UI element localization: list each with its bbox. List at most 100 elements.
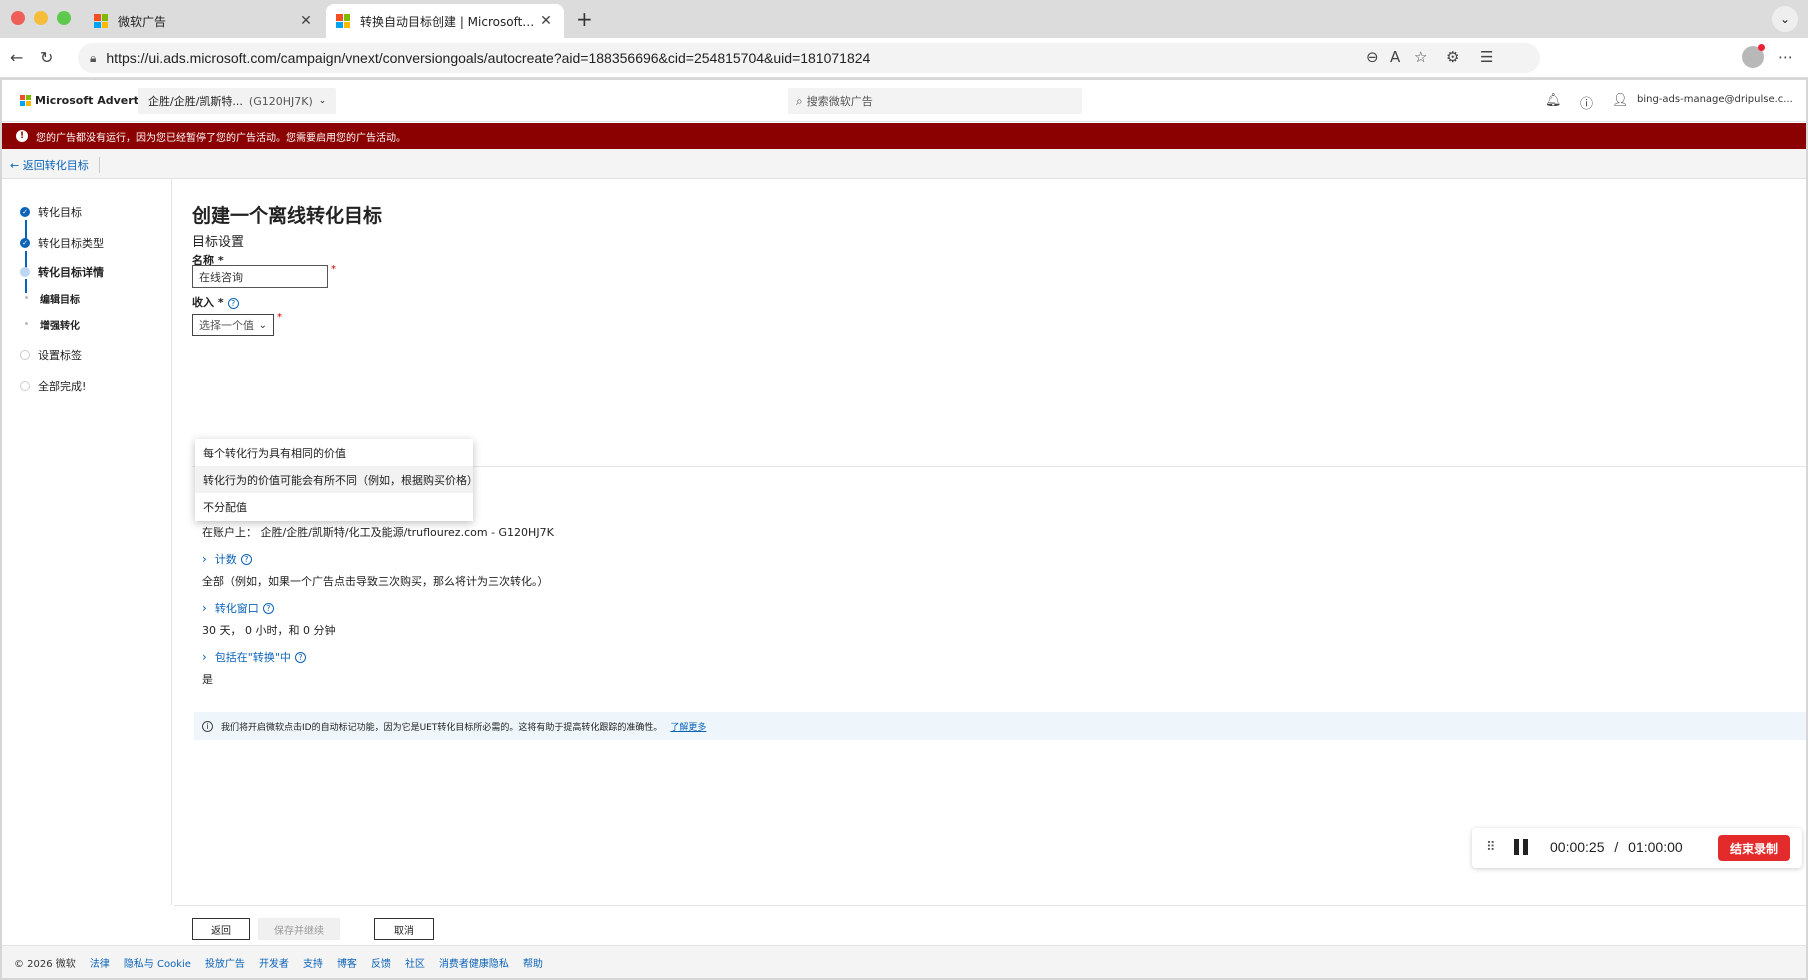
chevron-right-icon: › [202,601,207,615]
footer-link-support[interactable]: 支持 [303,955,323,970]
info-icon: i [202,720,213,732]
footer-link-developers[interactable]: 开发者 [259,955,289,970]
sub-step-enhanced-conversion[interactable]: 增强转化 [40,317,80,332]
footer-link-health-privacy[interactable]: 消费者健康隐私 [439,955,509,970]
extensions-icon[interactable]: ⚙ [1446,48,1459,66]
user-icon[interactable]: 👤︎ [1612,93,1629,108]
help-icon[interactable]: ? [227,297,239,309]
action-bar: 返回 保存并继续 取消 [174,905,1806,945]
footer-link-blog[interactable]: 博客 [337,955,357,970]
microsoft-logo-icon [336,14,350,28]
back-to-goals-link[interactable]: ← 返回转化目标 [10,157,100,173]
user-email[interactable]: bing-ads-manage@dripulse.c... [1637,94,1793,105]
footer-link-help[interactable]: 帮助 [523,955,543,970]
setting-window-toggle[interactable]: › 转化窗口 ? [202,600,335,616]
back-bar: ← 返回转化目标 [2,149,1806,179]
browser-tabbar: 微软广告 ✕ 转换自动目标创建 | Microsoft Advertising … [0,0,1808,38]
time-limit: 01:00:00 [1628,839,1683,855]
step-goal-details[interactable]: 转化目标详情 [20,264,104,280]
footer-link-privacy[interactable]: 隐私与 Cookie [124,955,191,970]
address-field[interactable]: 🔒︎ https://ui.ads.microsoft.com/campaign… [78,43,1540,73]
url-text: https://ui.ads.microsoft.com/campaign/vn… [106,50,871,66]
window-close-button[interactable] [11,11,25,25]
alert-banner: ! 您的广告都没有运行，因为您已经暂停了您的广告活动。您需要启用您的广告活动。 [2,123,1806,149]
app-header: Microsoft Advertising 企胜/企胜/凯斯特... (G120… [2,80,1806,122]
browser-tab-1[interactable]: 微软广告 ✕ [84,4,324,38]
favorites-icon[interactable]: ☰ [1480,48,1493,66]
step-label: 转化目标详情 [38,266,104,279]
pending-step-icon [20,381,30,391]
chevron-right-icon: › [202,552,207,566]
microsoft-logo-icon [94,14,108,28]
current-step-icon [20,267,30,277]
back-arrow-icon[interactable]: ← [10,48,23,67]
sub-step-dot [25,322,28,325]
name-input[interactable]: 在线咨询 [192,265,328,288]
search-input[interactable]: ⌕ 搜索微软广告 [788,88,1082,114]
new-tab-icon[interactable]: + [576,7,593,31]
alert-icon: ! [16,130,28,142]
stop-recording-button[interactable]: 结束录制 [1718,835,1790,861]
page-title: 创建一个离线转化目标 [192,205,383,227]
help-icon[interactable]: ? [240,553,252,565]
setting-count: › 计数 ? 全部（例如，如果一个广告点击导致三次购买，那么将计为三次转化。） [202,551,549,589]
account-selector[interactable]: 企胜/企胜/凯斯特... (G120HJ7K) ⌄ [138,88,337,114]
recording-timer: 00:00:25 / 01:00:00 [1550,839,1683,855]
browser-tab-2[interactable]: 转换自动目标创建 | Microsoft Advertising ✕ [326,4,564,38]
dropdown-option-no-value[interactable]: 不分配值 [195,493,473,520]
read-aloud-icon[interactable]: A [1390,48,1400,66]
dropdown-option-varying-value[interactable]: 转化行为的价值可能会有所不同（例如，根据购买价格） [195,466,478,493]
setting-label: 计数 [214,553,237,566]
cancel-button[interactable]: 取消 [374,918,434,940]
info-text: 我们将开启微软点击ID的自动标记功能，因为它是UET转化目标所必需的。这将有助于… [221,722,663,733]
revenue-label: 收入 * [192,296,224,309]
setting-count-toggle[interactable]: › 计数 ? [202,551,549,567]
setting-conversion-window: › 转化窗口 ? 30 天， 0 小时，和 0 分钟 [202,600,335,638]
elapsed-time: 00:00:25 [1550,839,1605,855]
step-all-done[interactable]: 全部完成! [20,378,86,394]
help-icon[interactable]: ⓘ [1580,93,1593,112]
setting-include-in-conversions: › 包括在"转换"中 ? 是 [202,649,306,687]
search-icon: ⌕ [796,93,803,108]
close-icon[interactable]: ✕ [298,13,314,29]
chevron-down-icon[interactable]: ⌄ [1772,6,1798,32]
help-icon[interactable]: ? [262,602,274,614]
save-continue-button[interactable]: 保存并继续 [258,918,340,940]
window-minimize-button[interactable] [34,11,48,25]
footer-link-advertise[interactable]: 投放广告 [205,955,245,970]
learn-more-link[interactable]: 了解更多 [670,720,706,733]
setting-value: 全部（例如，如果一个广告点击导致三次购买，那么将计为三次转化。） [202,575,549,588]
more-icon[interactable]: ⋯ [1778,48,1793,66]
chevron-right-icon: › [202,650,207,664]
zoom-out-icon[interactable]: ⊖ [1366,48,1379,66]
favorite-star-icon[interactable]: ☆ [1414,48,1427,66]
step-goal-type[interactable]: ✓ 转化目标类型 [20,235,104,251]
footer-link-community[interactable]: 社区 [405,955,425,970]
reload-icon[interactable]: ↻ [40,48,53,67]
setting-value: 在账户上： 企胜/企胜/凯斯特/化工及能源/truflourez.com - G… [202,526,554,539]
account-id: (G120HJ7K) [248,94,313,108]
drag-handle-icon[interactable]: ⠿ [1486,840,1496,855]
footer-link-legal[interactable]: 法律 [90,955,110,970]
step-label: 转化目标 [38,206,82,219]
screen-recorder: ⠿ 00:00:25 / 01:00:00 结束录制 [1472,828,1802,868]
setting-value: 30 天， 0 小时，和 0 分钟 [202,624,336,637]
step-set-tag[interactable]: 设置标签 [20,347,82,363]
search-placeholder: 搜索微软广告 [806,95,873,108]
revenue-select[interactable]: 选择一个值 ⌄ [192,314,274,336]
dropdown-option-same-value[interactable]: 每个转化行为具有相同的价值 [195,439,473,466]
alert-text: 您的广告都没有运行，因为您已经暂停了您的广告活动。您需要启用您的广告活动。 [36,132,406,144]
back-button[interactable]: 返回 [192,918,250,940]
pending-step-icon [20,350,30,360]
revenue-dropdown-menu: 每个转化行为具有相同的价值 转化行为的价值可能会有所不同（例如，根据购买价格） … [195,439,478,521]
sub-step-edit-goal[interactable]: 编辑目标 [40,291,80,306]
help-icon[interactable]: ? [294,651,306,663]
footer-link-feedback[interactable]: 反馈 [371,955,391,970]
lock-icon: 🔒︎ [90,50,97,65]
pause-icon[interactable] [1514,839,1528,855]
bell-icon[interactable]: 🔔︎ [1545,93,1562,108]
step-conversion-goal[interactable]: ✓ 转化目标 [20,204,82,220]
setting-include-toggle[interactable]: › 包括在"转换"中 ? [202,649,306,665]
close-icon[interactable]: ✕ [538,13,554,29]
window-zoom-button[interactable] [57,11,71,25]
